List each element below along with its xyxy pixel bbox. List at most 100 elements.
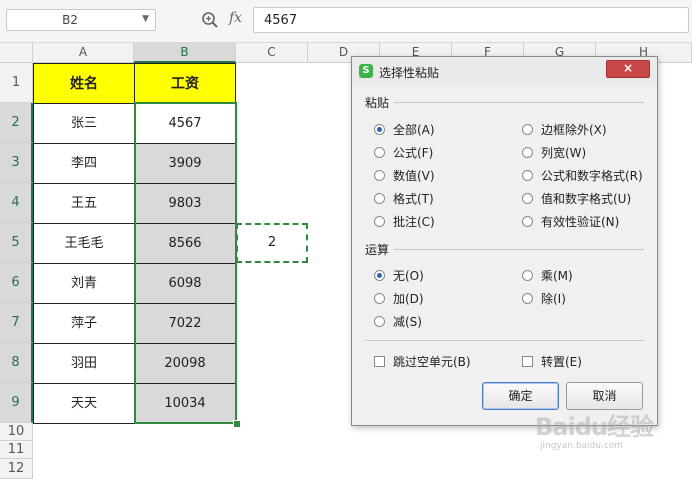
radio-label: 列宽(W) [541,146,587,160]
radio-paste-validation[interactable]: 有效性验证(N) [522,213,619,230]
radio-label: 公式(F) [393,146,434,160]
cell-b3[interactable]: 3909 [134,143,236,184]
cell-b9[interactable]: 10034 [134,383,236,424]
paste-section-label: 粘贴 [365,96,390,110]
radio-operation-add[interactable]: 加(D) [374,290,424,307]
row-header-7[interactable]: 7 [0,303,33,343]
cell-a6[interactable]: 刘青 [33,263,135,304]
row-header-11[interactable]: 11 [0,441,33,459]
radio-label: 减(S) [393,315,422,329]
radio-operation-none[interactable]: 无(O) [374,267,424,284]
radio-operation-divide[interactable]: 除(I) [522,290,566,307]
copied-cell-c5[interactable]: 2 [236,223,308,263]
checkbox-label: 转置(E) [541,355,582,369]
zoom-icon[interactable] [201,11,219,29]
radio-indicator[interactable] [374,293,385,304]
formula-content: 4567 [264,13,298,28]
operation-section-label: 运算 [365,243,390,257]
radio-indicator[interactable] [374,316,385,327]
radio-label: 加(D) [393,292,424,306]
radio-paste-no-borders[interactable]: 边框除外(X) [522,121,607,138]
radio-indicator[interactable] [522,193,533,204]
checkbox-label: 跳过空单元(B) [393,355,471,369]
cell-b8[interactable]: 20098 [134,343,236,384]
checkbox-skip-blanks[interactable]: 跳过空单元(B) [374,353,471,370]
radio-label: 公式和数字格式(R) [541,169,643,183]
row-header-3[interactable]: 3 [0,143,33,183]
cell-b6[interactable]: 6098 [134,263,236,304]
fill-handle[interactable] [233,420,241,428]
cell-b1[interactable]: 工资 [134,63,236,104]
row-header-6[interactable]: 6 [0,263,33,303]
row-header-10[interactable]: 10 [0,423,33,441]
checkbox-transpose[interactable]: 转置(E) [522,353,582,370]
divider [365,340,644,341]
cell-a3[interactable]: 李四 [33,143,135,184]
cell-b5[interactable]: 8566 [134,223,236,264]
radio-paste-values-number-formats[interactable]: 值和数字格式(U) [522,190,631,207]
radio-paste-comments[interactable]: 批注(C) [374,213,435,230]
radio-indicator[interactable] [374,124,385,135]
formula-bar: B2 ▼ fx 4567 [0,0,692,43]
cell-b7[interactable]: 7022 [134,303,236,344]
dialog-title: 选择性粘贴 [379,66,440,80]
row-header-12[interactable]: 12 [0,459,33,479]
radio-paste-values[interactable]: 数值(V) [374,167,435,184]
cell-a5[interactable]: 王毛毛 [33,223,135,264]
radio-label: 值和数字格式(U) [541,192,632,206]
dialog-title-bar[interactable]: S 选择性粘贴 × [352,57,657,85]
radio-indicator[interactable] [522,147,533,158]
row-header-4[interactable]: 4 [0,183,33,223]
row-header-8[interactable]: 8 [0,343,33,383]
cell-a8[interactable]: 羽田 [33,343,135,384]
divider [394,249,644,250]
radio-paste-formulas-number-formats[interactable]: 公式和数字格式(R) [522,167,643,184]
cell-a1[interactable]: 姓名 [33,63,135,104]
radio-indicator[interactable] [374,216,385,227]
row-header-9[interactable]: 9 [0,383,33,423]
row-header-2[interactable]: 2 [0,103,33,143]
radio-indicator[interactable] [522,293,533,304]
radio-paste-formats[interactable]: 格式(T) [374,190,434,207]
column-header-c[interactable]: C [236,43,308,63]
cell-b4[interactable]: 9803 [134,183,236,224]
radio-paste-column-widths[interactable]: 列宽(W) [522,144,586,161]
radio-indicator[interactable] [374,270,385,281]
cell-a9[interactable]: 天天 [33,383,135,424]
ok-button[interactable]: 确定 [482,382,559,410]
cell-b2[interactable]: 4567 [134,103,236,144]
radio-label: 数值(V) [393,169,435,183]
name-box-value: B2 [62,13,78,27]
radio-operation-multiply[interactable]: 乘(M) [522,267,573,284]
column-header-a[interactable]: A [33,43,134,63]
radio-indicator[interactable] [374,147,385,158]
checkbox-indicator[interactable] [374,356,385,367]
radio-indicator[interactable] [522,270,533,281]
paste-special-dialog: S 选择性粘贴 × 粘贴 全部(A) 公式(F) 数值(V) 格式(T) 批注(… [351,56,658,426]
checkbox-indicator[interactable] [522,356,533,367]
chevron-down-icon[interactable]: ▼ [142,14,149,24]
radio-indicator[interactable] [374,170,385,181]
radio-label: 有效性验证(N) [541,215,620,229]
radio-indicator[interactable] [522,170,533,181]
cell-a7[interactable]: 萍子 [33,303,135,344]
radio-label: 无(O) [393,269,424,283]
cell-a2[interactable]: 张三 [33,103,135,144]
wps-app-icon: S [359,64,373,78]
row-header-1[interactable]: 1 [0,63,33,103]
close-icon[interactable]: × [606,60,650,78]
radio-operation-subtract[interactable]: 减(S) [374,313,422,330]
radio-indicator[interactable] [522,216,533,227]
cell-a4[interactable]: 王五 [33,183,135,224]
select-all-corner[interactable] [0,43,33,63]
radio-paste-all[interactable]: 全部(A) [374,121,435,138]
column-header-b[interactable]: B [134,43,236,63]
radio-indicator[interactable] [374,193,385,204]
formula-input[interactable]: 4567 [253,7,689,33]
fx-icon[interactable]: fx [229,10,242,26]
name-box[interactable]: B2 ▼ [6,9,156,31]
radio-indicator[interactable] [522,124,533,135]
radio-paste-formulas[interactable]: 公式(F) [374,144,433,161]
row-header-5[interactable]: 5 [0,223,33,263]
cancel-button[interactable]: 取消 [566,382,643,410]
